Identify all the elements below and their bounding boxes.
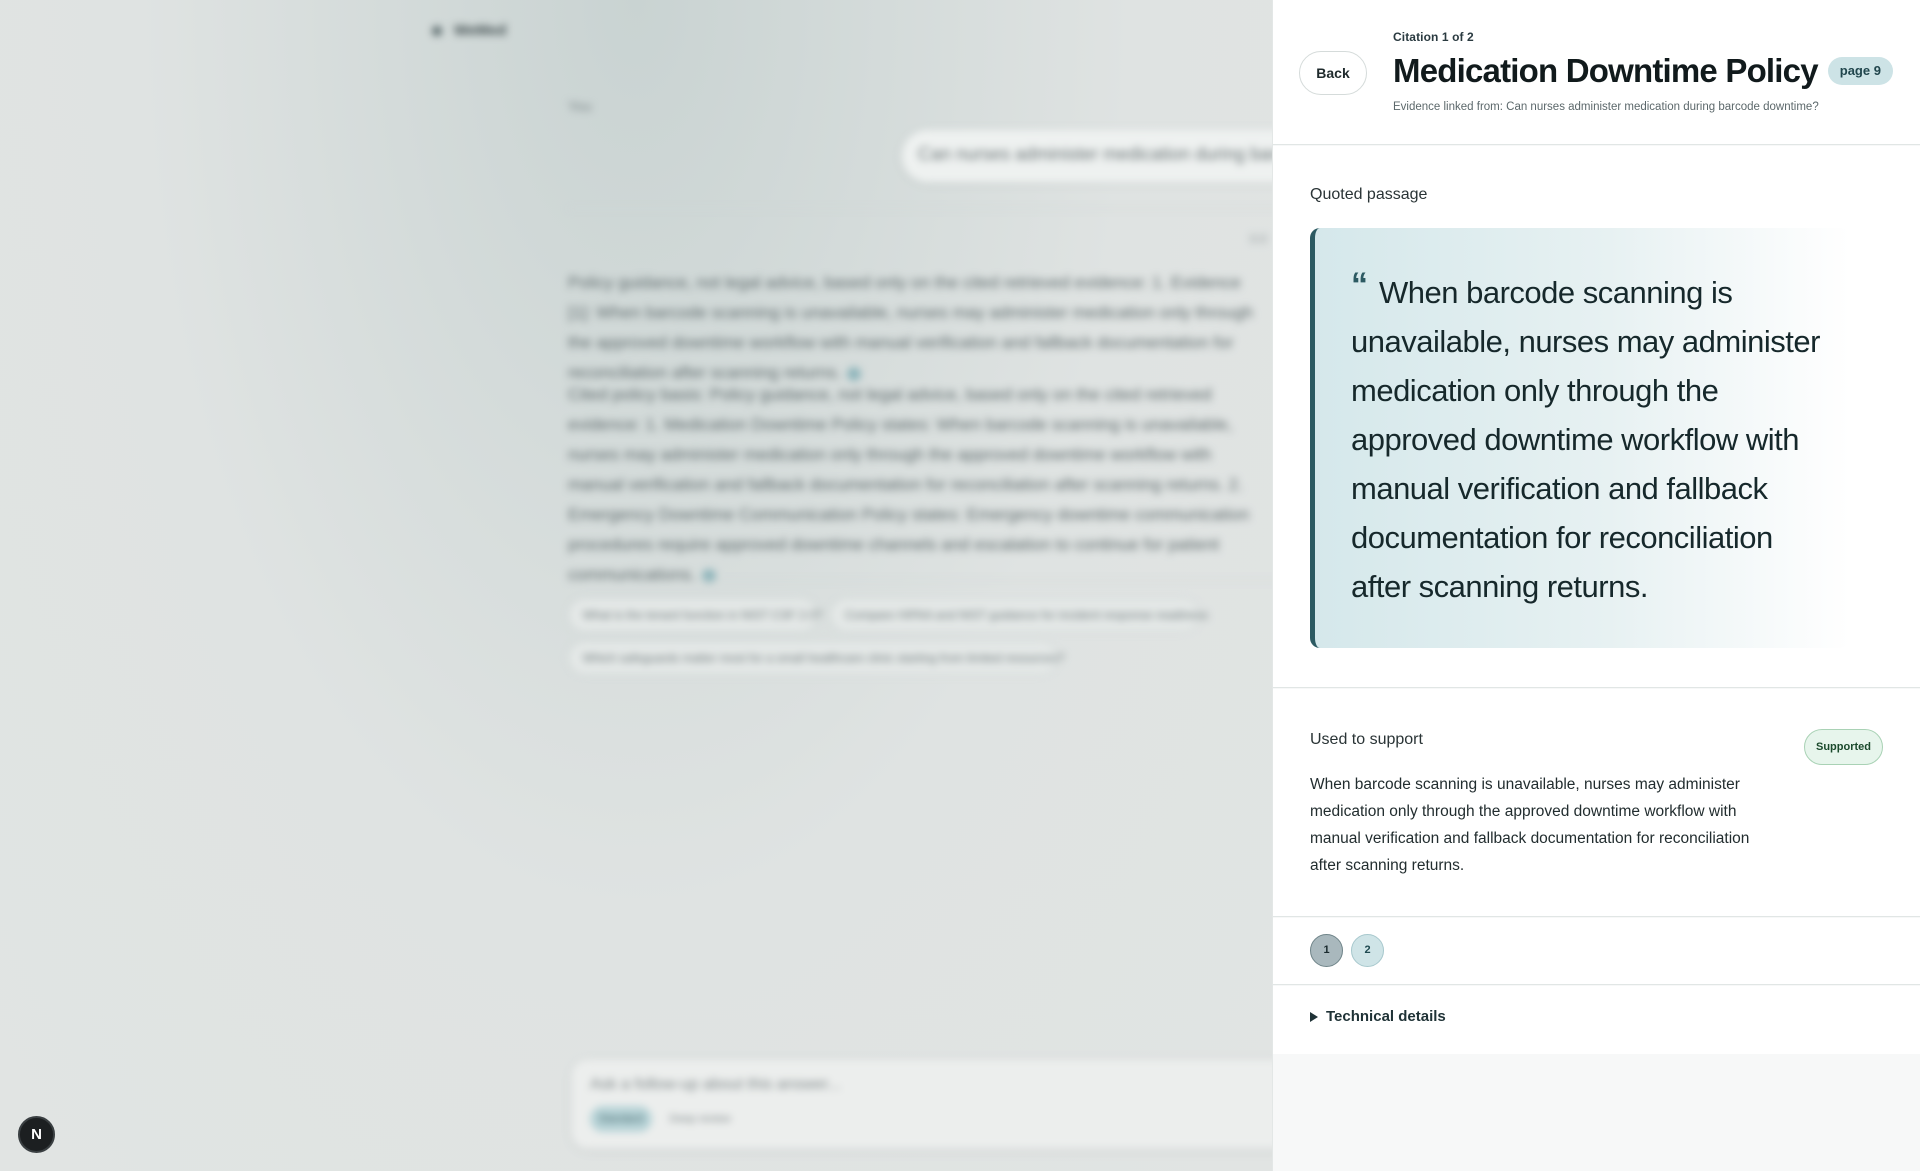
quote-text: When barcode scanning is unavailable, nu…: [1351, 275, 1820, 604]
mode-deep-review-button[interactable]: Deep review: [662, 1106, 738, 1132]
mode-standard-button[interactable]: Standard: [590, 1106, 652, 1132]
user-message: Can nurses administer medication during …: [902, 130, 1272, 182]
chat-background: WeMed You Can nurses administer medicati…: [0, 0, 1272, 1171]
answer-meta: 0.0: [1250, 232, 1267, 246]
quoted-passage-section: Quoted passage “ When barcode scanning i…: [1273, 146, 1920, 688]
quote-card: “ When barcode scanning is unavailable, …: [1310, 228, 1850, 648]
technical-details-toggle[interactable]: Technical details: [1310, 1008, 1446, 1025]
dev-tools-badge[interactable]: N: [18, 1116, 55, 1153]
suggestion-chip[interactable]: Which safeguards matter most for a small…: [568, 641, 1065, 675]
chat-background-content: WeMed You Can nurses administer medicati…: [0, 0, 1272, 1171]
title-row: Medication Downtime Policy page 9: [1393, 52, 1893, 90]
document-title: Medication Downtime Policy: [1393, 52, 1819, 89]
citation-pager: 1 2: [1273, 918, 1920, 985]
suggestion-chip[interactable]: Compare HIPAA and NIST guidance for inci…: [830, 598, 1208, 632]
panel-header: Back Citation 1 of 2 Medication Downtime…: [1273, 0, 1920, 145]
composer-input[interactable]: Ask a follow-up about this answer...: [590, 1076, 841, 1094]
brand-logo-icon: [432, 25, 442, 36]
evidence-source: Evidence linked from: Can nurses adminis…: [1393, 101, 1819, 113]
section-label: Used to support: [1310, 731, 1423, 748]
brand: WeMed: [432, 22, 506, 39]
citation-counter: Citation 1 of 2: [1393, 30, 1474, 44]
disclosure-triangle-icon: [1310, 1011, 1318, 1022]
composer[interactable]: Ask a follow-up about this answer... Sta…: [572, 1060, 1272, 1148]
quote-mark-icon: “: [1351, 266, 1368, 304]
answer-paragraph: Policy guidance, not legal advice, based…: [568, 268, 1268, 388]
citation-page-1-button[interactable]: 1: [1310, 934, 1343, 967]
support-section: Used to support Supported When barcode s…: [1273, 689, 1920, 917]
technical-details-label: Technical details: [1326, 1008, 1446, 1025]
answer-text: Cited policy basis: Policy guidance, not…: [568, 385, 1250, 584]
page-badge: page 9: [1827, 57, 1893, 85]
citation-marker[interactable]: [847, 366, 862, 381]
section-label: Quoted passage: [1310, 186, 1428, 203]
divider: [568, 208, 1272, 209]
answer-text: Policy guidance, not legal advice, based…: [568, 273, 1254, 382]
support-text: When barcode scanning is unavailable, nu…: [1310, 776, 1750, 874]
sender-label: You: [568, 98, 592, 114]
citation-panel: Back Citation 1 of 2 Medication Downtime…: [1272, 0, 1920, 1171]
divider: [568, 580, 1272, 581]
answer-paragraph: Cited policy basis: Policy guidance, not…: [568, 380, 1268, 590]
back-button[interactable]: Back: [1299, 51, 1367, 95]
brand-name: WeMed: [454, 22, 507, 39]
status-badge: Supported: [1804, 729, 1883, 765]
suggestion-chip[interactable]: What is the tenant function in NIST CSF …: [568, 598, 822, 632]
technical-details-section: Technical details: [1273, 986, 1920, 1054]
citation-page-2-button[interactable]: 2: [1351, 934, 1384, 967]
